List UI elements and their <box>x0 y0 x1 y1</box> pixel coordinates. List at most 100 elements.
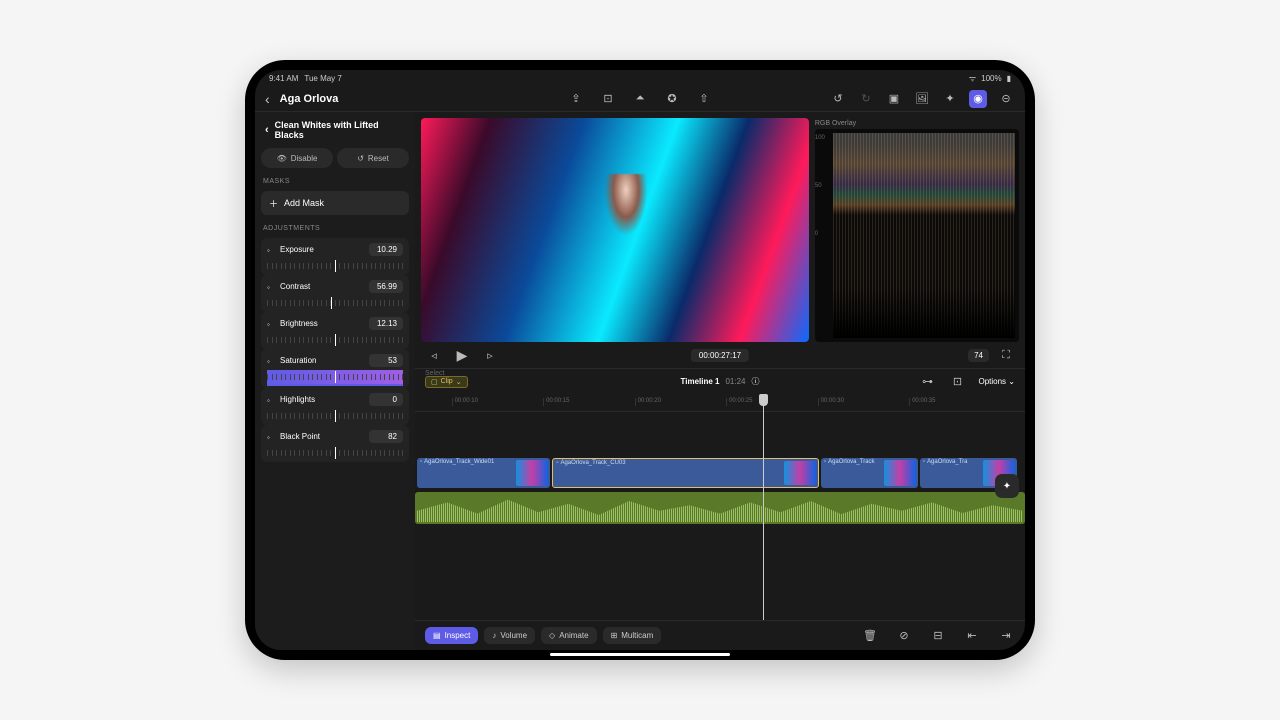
history-icon[interactable]: ↺ <box>829 90 847 108</box>
info-icon[interactable]: ⓘ <box>752 376 760 387</box>
timeline[interactable]: 00:00:1000:00:1500:00:2000:00:2500:00:30… <box>415 394 1025 620</box>
clip-name: AgaOrlova_Tra <box>927 459 967 465</box>
video-viewer[interactable] <box>421 118 809 342</box>
camera-icon[interactable]: ⊡ <box>599 90 617 108</box>
library-icon[interactable]: ▣ <box>885 90 903 108</box>
next-frame-button[interactable]: ▹ <box>481 346 499 364</box>
title-bar: ‹ Aga Orlova ⇪ ⊡ ⏶ ✪ ⇧ ↺ ↻ ▣ 🖼 ✦ ◉ ⊝ <box>255 86 1025 112</box>
video-clip[interactable]: ▫AgaOrlova_Track <box>821 458 918 488</box>
scopes-icon[interactable]: ◉ <box>969 90 987 108</box>
adj-slider[interactable] <box>267 409 403 423</box>
adj-label: Saturation <box>280 356 316 365</box>
masks-label: MASKS <box>261 178 409 185</box>
adj-value[interactable]: 12.13 <box>369 317 403 330</box>
adj-slider[interactable] <box>267 259 403 273</box>
playhead[interactable] <box>763 394 764 620</box>
adjustment-highlights[interactable]: ◦Highlights0 <box>261 388 409 425</box>
adj-value[interactable]: 56.99 <box>369 280 403 293</box>
audio-track[interactable] <box>415 492 1025 524</box>
adjustment-brightness[interactable]: ◦ Brightness 12.13 <box>261 312 409 349</box>
adj-label: Contrast <box>280 282 310 291</box>
battery-pct: 100% <box>981 74 1001 83</box>
clip-tag-icon: ▫ <box>556 460 558 466</box>
delete-icon[interactable]: 🗑 <box>861 627 879 645</box>
snap-icon[interactable]: ⊡ <box>948 373 966 391</box>
clip-name: AgaOrlova_Track_Wide01 <box>424 459 494 465</box>
effect-header[interactable]: ‹ Clean Whites with Lifted Blacks <box>261 118 409 142</box>
split-icon[interactable]: ⊟ <box>929 627 947 645</box>
tool-button[interactable]: ✦ <box>995 474 1019 498</box>
ruler-mark: 00:00:35 <box>909 398 935 406</box>
clip-tag-icon: ▫ <box>923 459 925 465</box>
adj-value[interactable]: 0 <box>369 393 403 406</box>
adjustment-contrast[interactable]: ◦ Contrast 56.99 <box>261 275 409 312</box>
disable-button[interactable]: 👁Disable <box>261 148 333 168</box>
timeline-duration: 01:24 <box>725 377 745 386</box>
enable-icon[interactable]: ⊘ <box>895 627 913 645</box>
battery-icon: ▮ <box>1007 74 1011 83</box>
clip-tag-icon: ▫ <box>420 459 422 465</box>
ipad-frame: 9:41 AM Tue May 7 ᯤ 100% ▮ ‹ Aga Orlova … <box>245 60 1035 660</box>
status-date: Tue May 7 <box>304 74 342 83</box>
timeline-ruler[interactable]: 00:00:1000:00:1500:00:2000:00:2500:00:30… <box>415 394 1025 412</box>
adj-slider[interactable] <box>267 446 403 460</box>
adj-icon: ◦ <box>267 283 275 291</box>
bottom-toolbar: ▤ Inspect ♪ Volume ◇ Animate ⊞ Multicam … <box>415 620 1025 650</box>
scope-title: RGB Overlay <box>815 118 1019 129</box>
adj-label: Black Point <box>280 432 320 441</box>
play-button[interactable]: ▶ <box>453 346 471 364</box>
adj-value[interactable]: 53 <box>369 354 403 367</box>
adj-icon: ◦ <box>267 396 275 404</box>
effect-title: Clean Whites with Lifted Blacks <box>275 120 405 140</box>
clip-selector[interactable]: ▢ Clip ⌄ <box>425 376 468 388</box>
status-time: 9:41 AM <box>269 74 298 83</box>
video-clip[interactable]: ▫AgaOrlova_Track_CU03 <box>552 458 819 488</box>
voiceover-icon[interactable]: ⏶ <box>631 90 649 108</box>
video-clip[interactable]: ▫AgaOrlova_Track_Wide01 <box>417 458 550 488</box>
ruler-mark: 00:00:20 <box>635 398 661 406</box>
redo-icon[interactable]: ↻ <box>857 90 875 108</box>
multicam-tab[interactable]: ⊞ Multicam <box>603 627 662 644</box>
prev-frame-button[interactable]: ◃ <box>425 346 443 364</box>
scope-mark: 0 <box>815 231 829 237</box>
adjustment-black-point[interactable]: ◦ Black Point 82 <box>261 425 409 462</box>
inspector-sidebar: ‹ Clean Whites with Lifted Blacks 👁Disab… <box>255 112 415 650</box>
adj-slider[interactable] <box>267 296 403 310</box>
fullscreen-icon[interactable]: ⛶ <box>997 346 1015 364</box>
adj-slider[interactable] <box>267 333 403 347</box>
scope-mark: 100 <box>815 135 829 141</box>
adj-label: Brightness <box>280 319 318 328</box>
photo-icon[interactable]: 🖼 <box>913 90 931 108</box>
add-mask-button[interactable]: ＋Add Mask <box>261 191 409 215</box>
adj-value[interactable]: 82 <box>369 430 403 443</box>
adj-slider[interactable] <box>267 370 403 386</box>
waveform-scope <box>833 133 1015 338</box>
back-button[interactable]: ‹ <box>265 91 270 107</box>
animate-tab[interactable]: ◇ Animate <box>541 627 597 644</box>
zoom-level[interactable]: 74 <box>968 349 989 362</box>
adj-icon: ◦ <box>267 433 275 441</box>
adjustment-exposure[interactable]: ◦Exposure10.29 <box>261 238 409 275</box>
adj-icon: ◦ <box>267 320 275 328</box>
volume-tab[interactable]: ♪ Volume <box>484 627 535 644</box>
options-button[interactable]: Options ⌄ <box>978 377 1015 386</box>
timecode-display[interactable]: 00:00:27:17 <box>691 349 749 362</box>
adj-value[interactable]: 10.29 <box>369 243 403 256</box>
effects-icon[interactable]: ✦ <box>941 90 959 108</box>
trim-start-icon[interactable]: ⇤ <box>963 627 981 645</box>
reset-button[interactable]: ↺Reset <box>337 148 409 168</box>
marker-icon[interactable]: ✪ <box>663 90 681 108</box>
video-track[interactable]: ▫AgaOrlova_Track_Wide01▫AgaOrlova_Track_… <box>415 458 1025 488</box>
adjustment-saturation[interactable]: ◦Saturation53 <box>261 349 409 388</box>
chevron-left-icon: ‹ <box>265 124 269 136</box>
connect-icon[interactable]: ⊶ <box>918 373 936 391</box>
trim-end-icon[interactable]: ⇥ <box>997 627 1015 645</box>
settings-icon[interactable]: ⊝ <box>997 90 1015 108</box>
import-icon[interactable]: ⇪ <box>567 90 585 108</box>
share-icon[interactable]: ⇧ <box>695 90 713 108</box>
plus-icon: ＋ <box>269 197 278 210</box>
audio-clip[interactable] <box>415 492 1025 524</box>
clip-name: AgaOrlova_Track <box>828 459 874 465</box>
select-label: Select <box>425 370 444 377</box>
inspect-tab[interactable]: ▤ Inspect <box>425 627 478 644</box>
